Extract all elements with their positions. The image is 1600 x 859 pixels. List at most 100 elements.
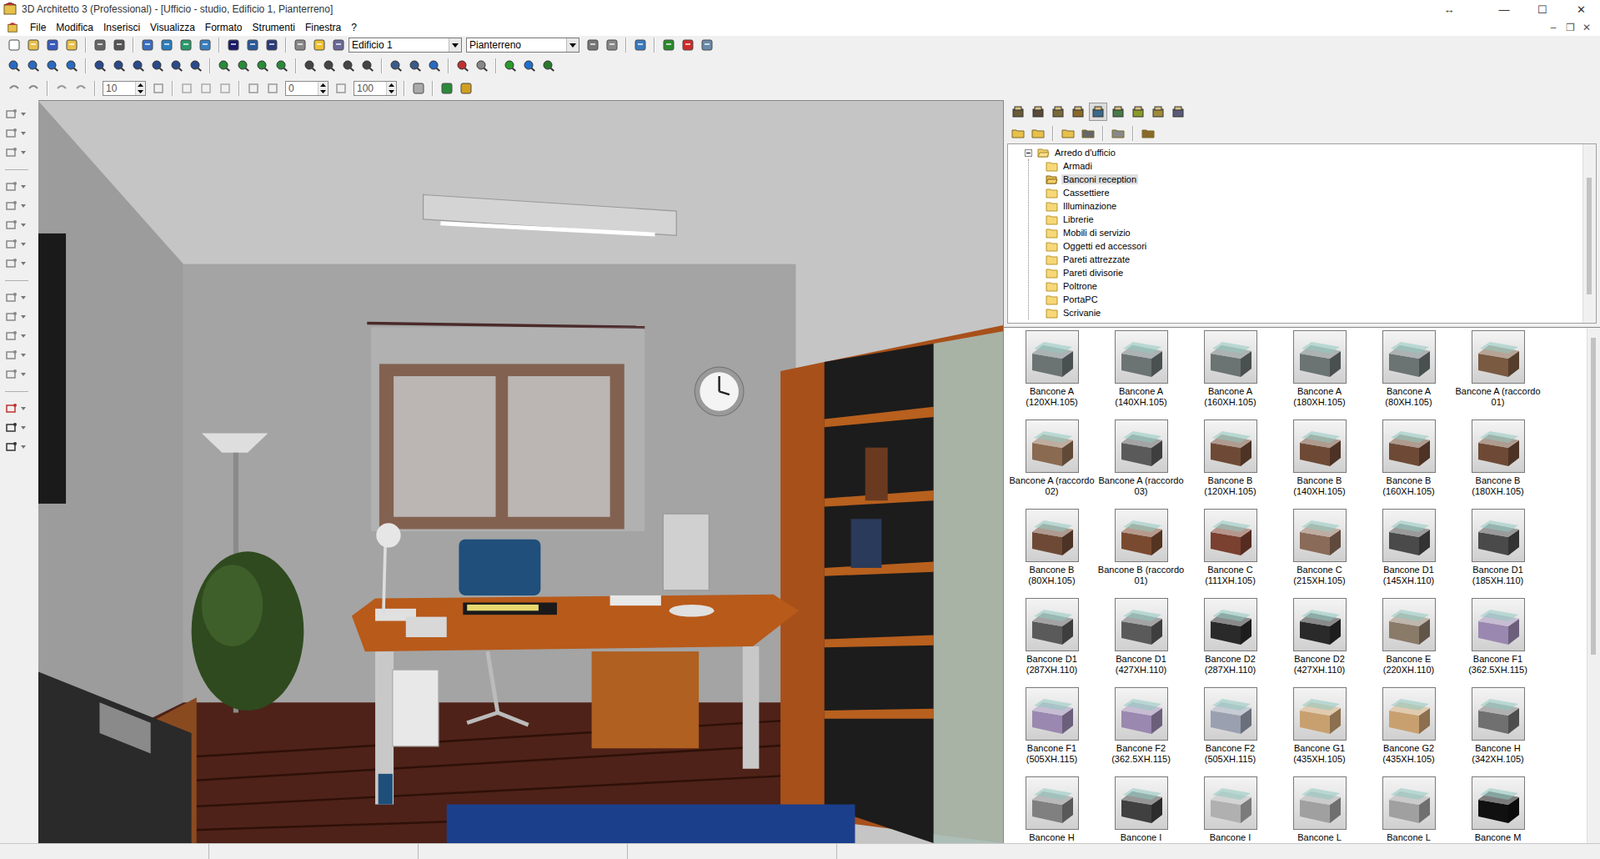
tool-button[interactable] [678,35,698,55]
tool-button[interactable] [409,79,428,98]
menu-item[interactable]: File [25,20,51,36]
tree-scrollbar[interactable] [1582,144,1596,323]
tool-button[interactable] [52,79,71,98]
catalog-item[interactable]: Bancone F2 (362.5XH.115) [1096,687,1186,777]
document-control-button[interactable]: – [1548,21,1559,34]
catalog-item[interactable]: Bancone D1 (427XH.110) [1096,597,1186,688]
tree-item[interactable]: Cassettiere [1045,185,1583,200]
tool-button[interactable] [215,79,235,98]
catalog-item[interactable]: Bancone F1 (362.5XH.115) [1453,597,1543,688]
catalog-item[interactable]: Bancone A (80XH.105) [1364,330,1454,420]
tree-item[interactable]: Librerie [1045,212,1583,226]
catalog-item[interactable]: Bancone D1 (145XH.110) [1364,508,1454,598]
library-category-button[interactable] [1168,102,1188,121]
tool-button[interactable] [5,235,34,254]
menu-item[interactable]: ? [346,20,362,36]
tree-item[interactable]: Poltrone [1045,279,1583,293]
catalog-item[interactable]: Bancone B (80XH.105) [1007,508,1097,598]
tool-button[interactable] [5,196,34,216]
catalog-item[interactable]: Bancone H [1007,776,1097,843]
tool-button[interactable] [272,56,291,76]
tool-button[interactable] [310,35,329,55]
window-control-button[interactable]: ☐ [1523,3,1562,16]
tool-button[interactable] [224,35,243,55]
tool-button[interactable] [5,254,34,273]
tool-button[interactable] [631,35,650,55]
tree-item[interactable]: PortaPC [1045,292,1583,306]
tool-button[interactable] [186,56,206,76]
grid-spin-field[interactable]: 10 [102,80,146,96]
tool-button[interactable] [43,56,62,76]
tool-button[interactable] [5,124,34,143]
catalog-item[interactable]: Bancone L [1274,776,1365,843]
tool-button[interactable] [406,56,425,76]
catalog-item[interactable]: Bancone D2 (427XH.110) [1274,597,1365,688]
tool-button[interactable] [5,326,34,346]
catalog-item[interactable]: Bancone B (140XH.105) [1274,419,1365,509]
scrollbar-thumb[interactable] [1590,337,1596,655]
tool-button[interactable] [167,56,186,76]
tool-button[interactable] [215,56,234,76]
catalog-item[interactable]: Bancone D1 (287XH.110) [1007,597,1097,688]
tool-button[interactable] [148,56,167,76]
catalog-item[interactable]: Bancone H (342XH.105) [1453,687,1543,777]
tool-button[interactable] [176,35,196,55]
tool-button[interactable] [244,79,263,98]
menu-item[interactable]: Strumenti [247,20,301,36]
tool-button[interactable] [71,79,91,98]
catalog-item[interactable]: Bancone A (140XH.105) [1096,330,1186,420]
library-category-button[interactable] [1128,102,1148,121]
tree-item[interactable]: Oggetti ed accessori [1045,239,1583,253]
tool-button[interactable] [456,79,476,98]
tool-button[interactable] [43,35,62,55]
tree-root[interactable]: Arredo d'ufficio [1024,145,1583,160]
floor-select[interactable]: Pianterreno [466,37,580,53]
menu-item[interactable]: Visualizza [145,20,201,36]
tool-button[interactable] [5,35,24,55]
scrollbar-thumb[interactable] [1586,177,1592,295]
tree-item[interactable]: Scrivanie [1045,305,1583,320]
catalog-item[interactable]: Bancone G1 (435XH.105) [1274,687,1365,777]
catalog-item[interactable]: Bancone C (111XH.105) [1185,508,1275,598]
tool-button[interactable] [253,56,272,76]
catalog-item[interactable]: Bancone D2 (287XH.110) [1185,597,1275,688]
tool-button[interactable] [5,418,34,437]
tree-item[interactable]: Armadi [1045,159,1583,173]
tool-button[interactable] [472,56,492,76]
document-control-button[interactable]: ❐ [1564,21,1575,34]
catalog-item[interactable]: Bancone B (120XH.105) [1185,419,1275,509]
tool-button[interactable] [659,35,678,55]
catalog-item[interactable]: Bancone A (160XH.105) [1185,330,1275,420]
window-control-button[interactable]: ↔ [1429,3,1469,16]
catalog-item[interactable]: Bancone D1 (185XH.110) [1453,508,1543,598]
tool-button[interactable] [300,56,320,76]
tool-button[interactable] [539,56,558,76]
tool-button[interactable] [602,35,622,55]
tool-button[interactable] [1108,124,1128,143]
tool-button[interactable] [234,56,253,76]
library-category-button[interactable] [1048,102,1068,121]
catalog-item[interactable]: Bancone A (180XH.105) [1274,330,1365,420]
tool-button[interactable] [583,35,602,55]
tool-button[interactable] [5,56,24,76]
tool-button[interactable] [138,35,157,55]
catalog-item[interactable]: Bancone A (raccordo 02) [1007,419,1097,509]
tool-button[interactable] [320,56,339,76]
angle-spin-field[interactable]: 0 [285,80,329,96]
tool-button[interactable] [262,35,281,55]
tool-button[interactable] [5,177,34,196]
tree-item[interactable]: Pareti attrezzate [1045,252,1583,266]
tool-button[interactable] [358,56,377,76]
catalog-item[interactable]: Bancone E (220XH.110) [1364,597,1454,688]
spin-arrows-icon[interactable] [317,81,328,96]
tool-button[interactable] [5,437,34,457]
tree-item[interactable]: Pareti divisorie [1045,265,1583,280]
tool-button[interactable] [243,35,262,55]
tool-button[interactable] [5,215,34,235]
tool-button[interactable] [5,288,34,307]
catalog-item[interactable]: Bancone A (raccordo 03) [1096,419,1186,509]
window-control-button[interactable]: — [1484,3,1524,16]
tool-button[interactable] [24,79,43,98]
catalog-item[interactable]: Bancone F2 (505XH.115) [1185,687,1275,777]
tool-button[interactable] [331,79,351,98]
